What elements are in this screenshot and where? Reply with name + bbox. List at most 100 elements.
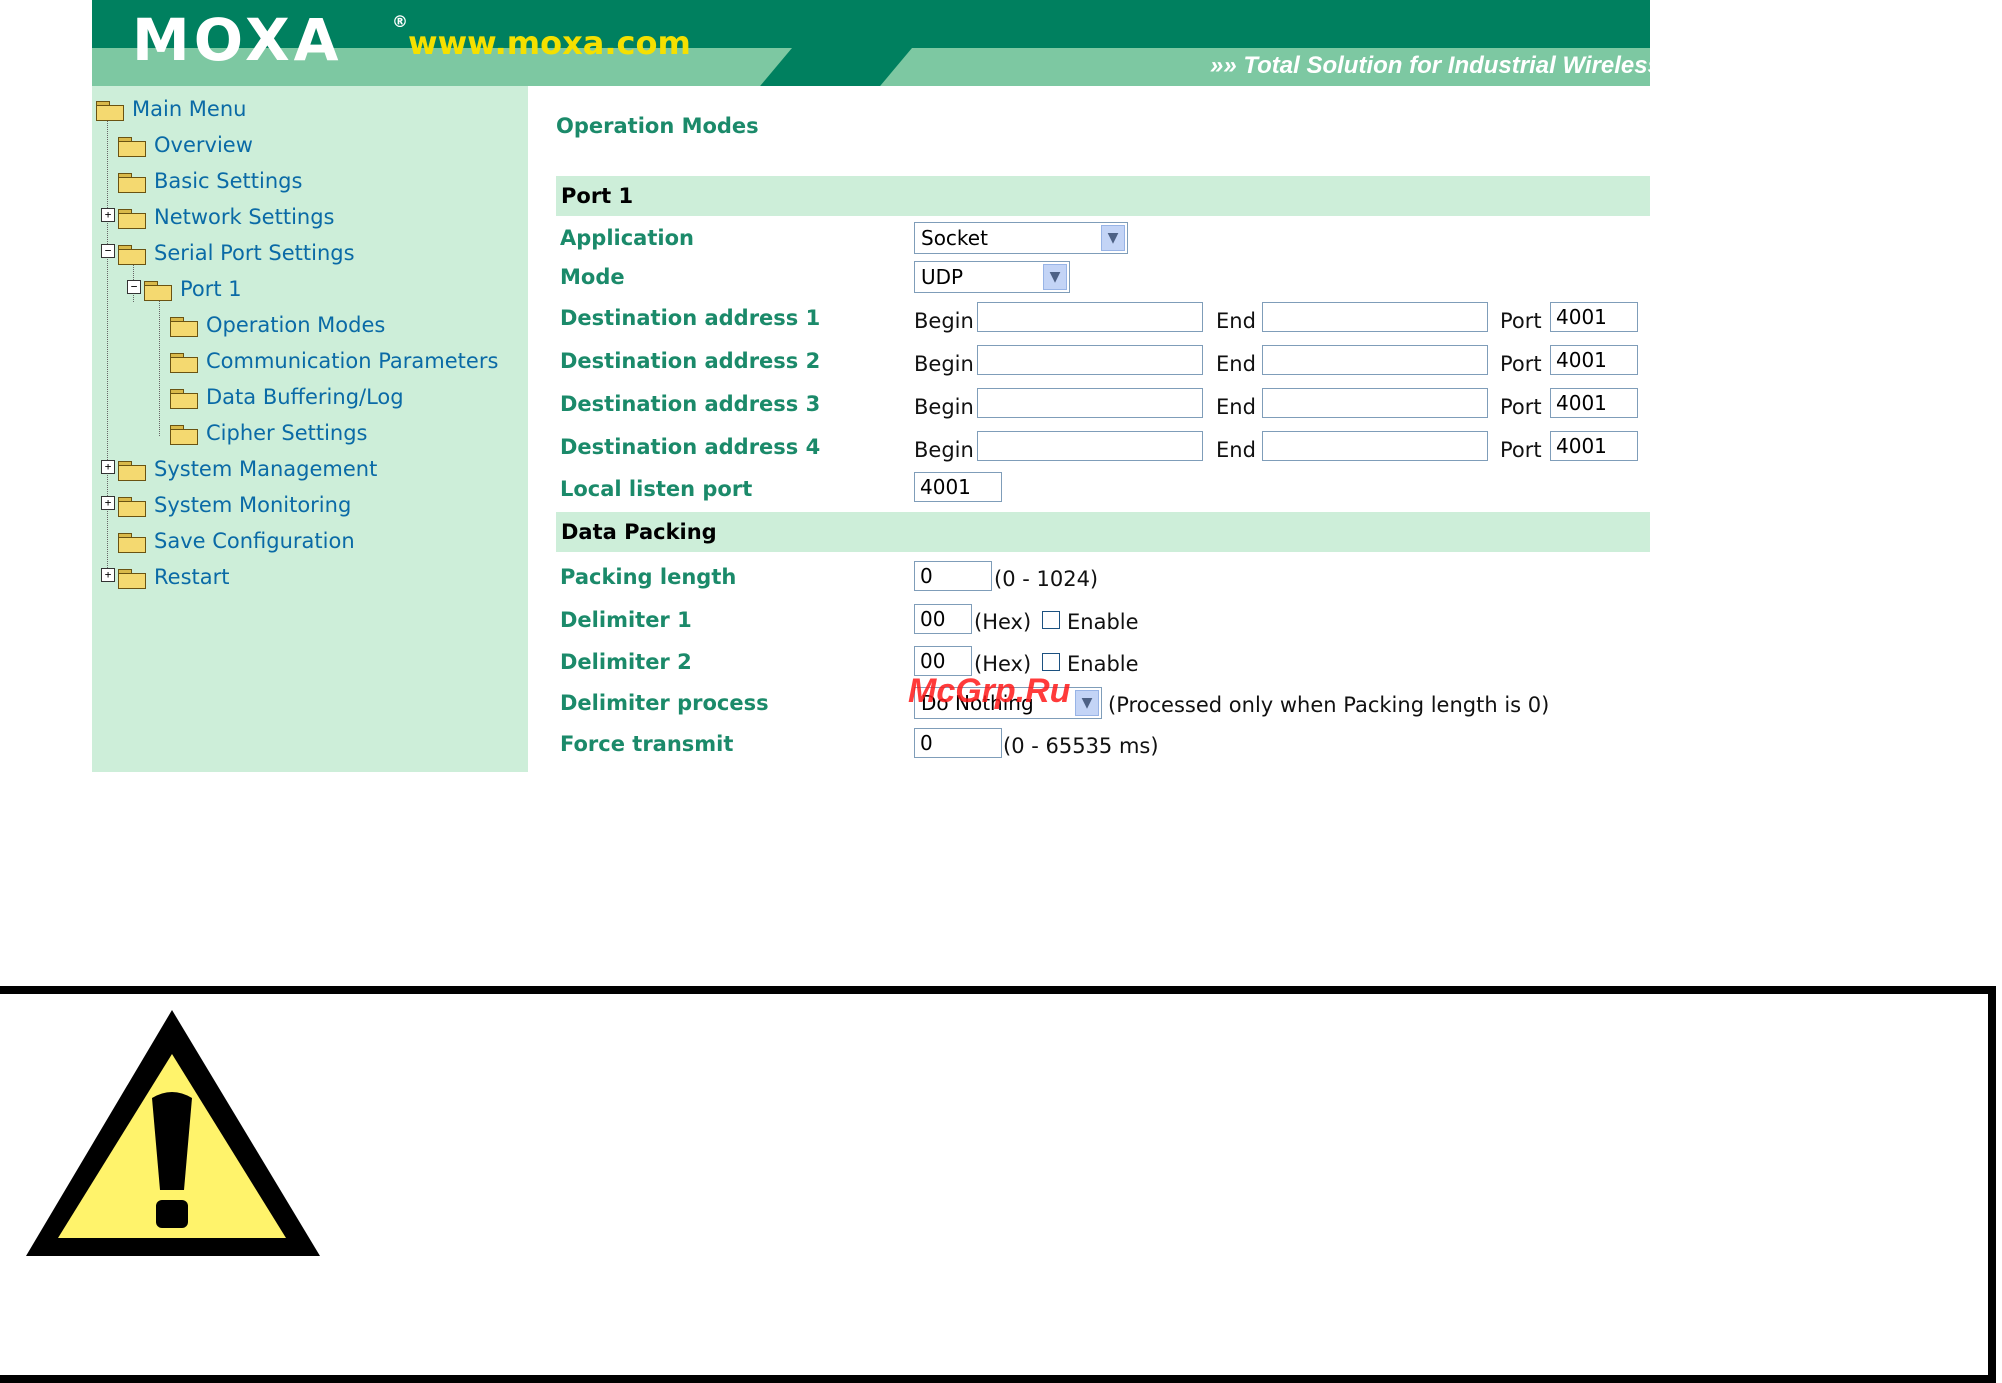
registered-mark: ® <box>392 12 408 31</box>
packing-length-hint: (0 - 1024) <box>994 567 1099 591</box>
delimiter-2-enable-label: Enable <box>1067 652 1139 676</box>
port-text: Port <box>1500 309 1542 333</box>
destination-3-port-input[interactable]: 4001 <box>1550 388 1638 418</box>
section-header-port: Port 1 <box>556 176 1650 216</box>
delimiter-2-label: Delimiter 2 <box>560 650 692 674</box>
section-title: Port 1 <box>561 184 634 208</box>
mode-value: UDP <box>921 265 964 289</box>
sidebar-item-port-1[interactable]: Port 1 <box>144 273 242 305</box>
sidebar-item-basic-settings[interactable]: Basic Settings <box>118 165 302 197</box>
delimiter-1-label: Delimiter 1 <box>560 608 692 632</box>
expand-plus-icon[interactable]: + <box>101 460 115 474</box>
packing-length-input[interactable]: 0 <box>914 561 992 591</box>
collapse-minus-icon[interactable]: − <box>127 280 141 294</box>
sidebar-item-restart[interactable]: Restart <box>118 561 229 593</box>
folder-icon <box>118 531 146 553</box>
sidebar-item-main-menu[interactable]: Main Menu <box>96 93 246 125</box>
sidebar-item-label: System Monitoring <box>154 493 352 517</box>
destination-1-end-input[interactable] <box>1262 302 1488 332</box>
destination-2-begin-input[interactable] <box>977 345 1203 375</box>
chevron-down-icon[interactable]: ▼ <box>1043 264 1067 290</box>
force-transmit-input[interactable]: 0 <box>914 728 1002 758</box>
sidebar-item-data-buffering-log[interactable]: Data Buffering/Log <box>170 381 404 413</box>
application-select[interactable]: Socket ▼ <box>914 222 1128 254</box>
expand-plus-icon[interactable]: + <box>101 568 115 582</box>
delimiter-1-enable-label: Enable <box>1067 610 1139 634</box>
destination-1-port-input[interactable]: 4001 <box>1550 302 1638 332</box>
folder-icon <box>118 135 146 157</box>
sidebar-item-label: System Management <box>154 457 378 481</box>
destination-3-end-input[interactable] <box>1262 388 1488 418</box>
destination-2-end-input[interactable] <box>1262 345 1488 375</box>
local-listen-port-label: Local listen port <box>560 477 753 501</box>
destination-1-begin-input[interactable] <box>977 302 1203 332</box>
port-text: Port <box>1500 395 1542 419</box>
watermark: McGrp.Ru <box>908 672 1071 710</box>
end-text: End <box>1216 352 1256 376</box>
folder-icon <box>118 171 146 193</box>
section-title: Data Packing <box>561 520 717 544</box>
sidebar-item-overview[interactable]: Overview <box>118 129 253 161</box>
delimiter-1-enable-checkbox[interactable] <box>1042 611 1060 629</box>
folder-icon <box>118 495 146 517</box>
section-header-data-packing: Data Packing <box>556 512 1650 552</box>
sidebar-item-system-management[interactable]: System Management <box>118 453 377 485</box>
sidebar-item-save-configuration[interactable]: Save Configuration <box>118 525 355 557</box>
open-folder-icon <box>144 279 172 301</box>
destination-3-label: Destination address 3 <box>560 392 821 416</box>
mode-select[interactable]: UDP ▼ <box>914 261 1070 293</box>
sidebar-item-label: Save Configuration <box>154 529 355 553</box>
open-folder-icon <box>118 243 146 265</box>
begin-text: Begin <box>914 352 974 376</box>
collapse-minus-icon[interactable]: − <box>101 244 115 258</box>
sidebar-item-label: Serial Port Settings <box>154 241 355 265</box>
application-label: Application <box>560 226 694 250</box>
sidebar-item-network-settings[interactable]: Network Settings <box>118 201 335 233</box>
sidebar-item-label: Data Buffering/Log <box>206 385 404 409</box>
local-listen-port-input[interactable]: 4001 <box>914 472 1002 502</box>
sidebar-item-label: Port 1 <box>180 277 242 301</box>
sidebar-item-label: Overview <box>154 133 253 157</box>
destination-2-port-input[interactable]: 4001 <box>1550 345 1638 375</box>
delimiter-1-input[interactable]: 00 <box>914 604 972 634</box>
sidebar-item-label: Operation Modes <box>206 313 386 337</box>
folder-icon <box>170 423 198 445</box>
folder-icon <box>170 387 198 409</box>
expand-plus-icon[interactable]: + <box>101 208 115 222</box>
folder-icon <box>118 207 146 229</box>
port-text: Port <box>1500 438 1542 462</box>
destination-4-end-input[interactable] <box>1262 431 1488 461</box>
sidebar-item-label: Restart <box>154 565 230 589</box>
folder-icon <box>118 459 146 481</box>
end-text: End <box>1216 309 1256 333</box>
open-folder-icon <box>96 99 124 121</box>
sidebar-item-system-monitoring[interactable]: System Monitoring <box>118 489 351 521</box>
moxa-logo: MOXA <box>132 6 343 74</box>
folder-icon <box>118 567 146 589</box>
destination-3-begin-input[interactable] <box>977 388 1203 418</box>
sidebar-item-communication-parameters[interactable]: Communication Parameters <box>170 345 498 377</box>
site-url: www.moxa.com <box>408 24 691 62</box>
expand-plus-icon[interactable]: + <box>101 496 115 510</box>
destination-4-port-input[interactable]: 4001 <box>1550 431 1638 461</box>
end-text: End <box>1216 438 1256 462</box>
chevron-down-icon[interactable]: ▼ <box>1075 690 1099 716</box>
warning-icon <box>24 1006 324 1266</box>
sidebar: Main Menu Overview Basic Settings + Netw… <box>92 86 528 772</box>
sidebar-item-label: Network Settings <box>154 205 335 229</box>
sidebar-item-operation-modes[interactable]: Operation Modes <box>170 309 385 341</box>
end-text: End <box>1216 395 1256 419</box>
header-banner: MOXA ® www.moxa.com »» Total Solution fo… <box>92 0 1650 86</box>
folder-icon <box>170 351 198 373</box>
destination-4-begin-input[interactable] <box>977 431 1203 461</box>
sidebar-item-label: Basic Settings <box>154 169 303 193</box>
delimiter-1-hint: (Hex) <box>974 610 1032 634</box>
destination-2-label: Destination address 2 <box>560 349 821 373</box>
chevron-down-icon[interactable]: ▼ <box>1101 225 1125 251</box>
sidebar-item-label: Cipher Settings <box>206 421 368 445</box>
delimiter-2-enable-checkbox[interactable] <box>1042 653 1060 671</box>
mode-label: Mode <box>560 265 625 289</box>
sidebar-item-cipher-settings[interactable]: Cipher Settings <box>170 417 368 449</box>
destination-1-label: Destination address 1 <box>560 306 821 330</box>
sidebar-item-serial-port-settings[interactable]: Serial Port Settings <box>118 237 355 269</box>
